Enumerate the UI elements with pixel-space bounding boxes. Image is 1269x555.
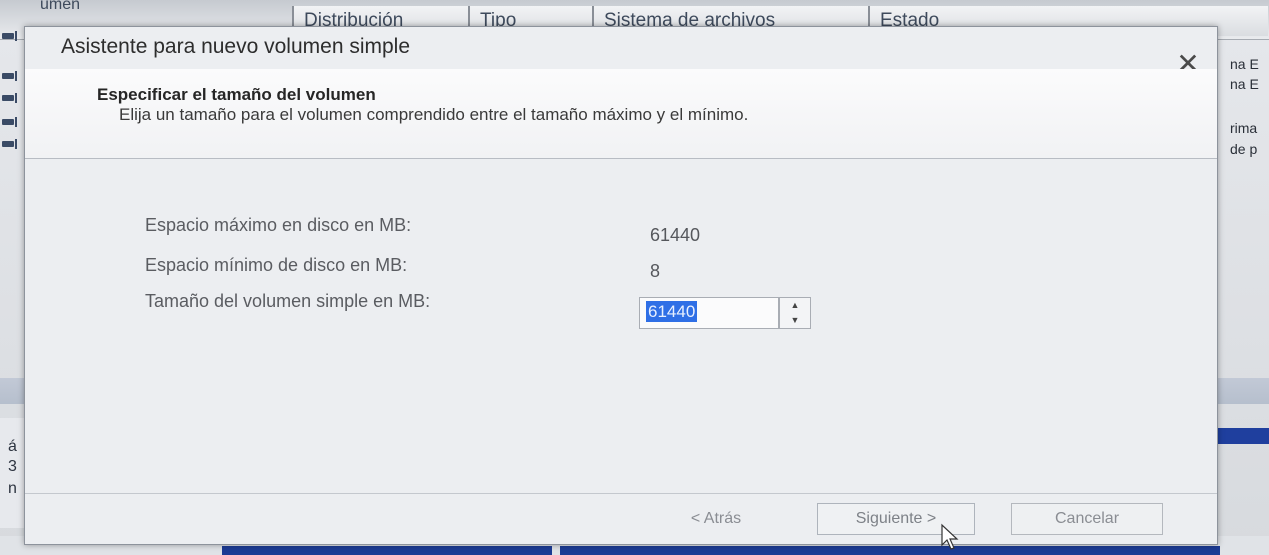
volume-size-label: Tamaño del volumen simple en MB: <box>145 291 431 311</box>
volume-size-stepper[interactable]: 61440 ▲ ▼ <box>639 297 811 329</box>
volume-icon <box>0 116 20 128</box>
dialog-title: Asistente para nuevo volumen simple <box>61 35 411 58</box>
volume-icon <box>0 70 20 82</box>
volume-status-text: de p <box>1230 141 1258 157</box>
spin-buttons: ▲ ▼ <box>779 297 811 329</box>
min-space-value: 8 <box>650 261 661 281</box>
column-header-volumen[interactable]: umen <box>0 0 290 14</box>
disk-info-text: n <box>8 480 17 497</box>
disk-info-text: 3 <box>8 458 17 475</box>
volume-icon <box>0 30 20 42</box>
back-button[interactable]: < Atrás <box>647 503 785 535</box>
disk-partition-bar[interactable] <box>1218 428 1269 444</box>
disk-info-panel: á 3 n <box>0 418 24 528</box>
partition-legend-bar <box>560 546 1220 555</box>
decrement-button[interactable]: ▼ <box>780 313 810 328</box>
step-title: Especificar el tamaño del volumen <box>97 85 376 104</box>
volume-status-text: rima <box>1230 120 1258 136</box>
volume-size-input[interactable]: 61440 <box>639 297 779 329</box>
partition-legend-bar <box>222 546 552 555</box>
increment-button[interactable]: ▲ <box>780 298 810 313</box>
max-space-label: Espacio máximo en disco en MB: <box>145 215 412 235</box>
footer-divider <box>25 493 1217 494</box>
min-space-label: Espacio mínimo de disco en MB: <box>145 255 408 275</box>
volume-icon <box>0 138 20 150</box>
new-simple-volume-wizard: Asistente para nuevo volumen simple ✕ Es… <box>24 26 1218 550</box>
volume-status-text: na E <box>1230 76 1259 92</box>
volume-icon <box>0 92 20 104</box>
wizard-header: Especificar el tamaño del volumen Elija … <box>25 69 1217 159</box>
volume-status-text: na E <box>1230 56 1259 72</box>
cancel-button[interactable]: Cancelar <box>1011 503 1163 535</box>
mouse-pointer-icon <box>941 523 959 550</box>
disk-info-text: á <box>8 438 17 455</box>
step-description: Elija un tamaño para el volumen comprend… <box>119 105 749 124</box>
volume-size-selected-text: 61440 <box>646 301 698 322</box>
max-space-value: 61440 <box>650 225 701 245</box>
